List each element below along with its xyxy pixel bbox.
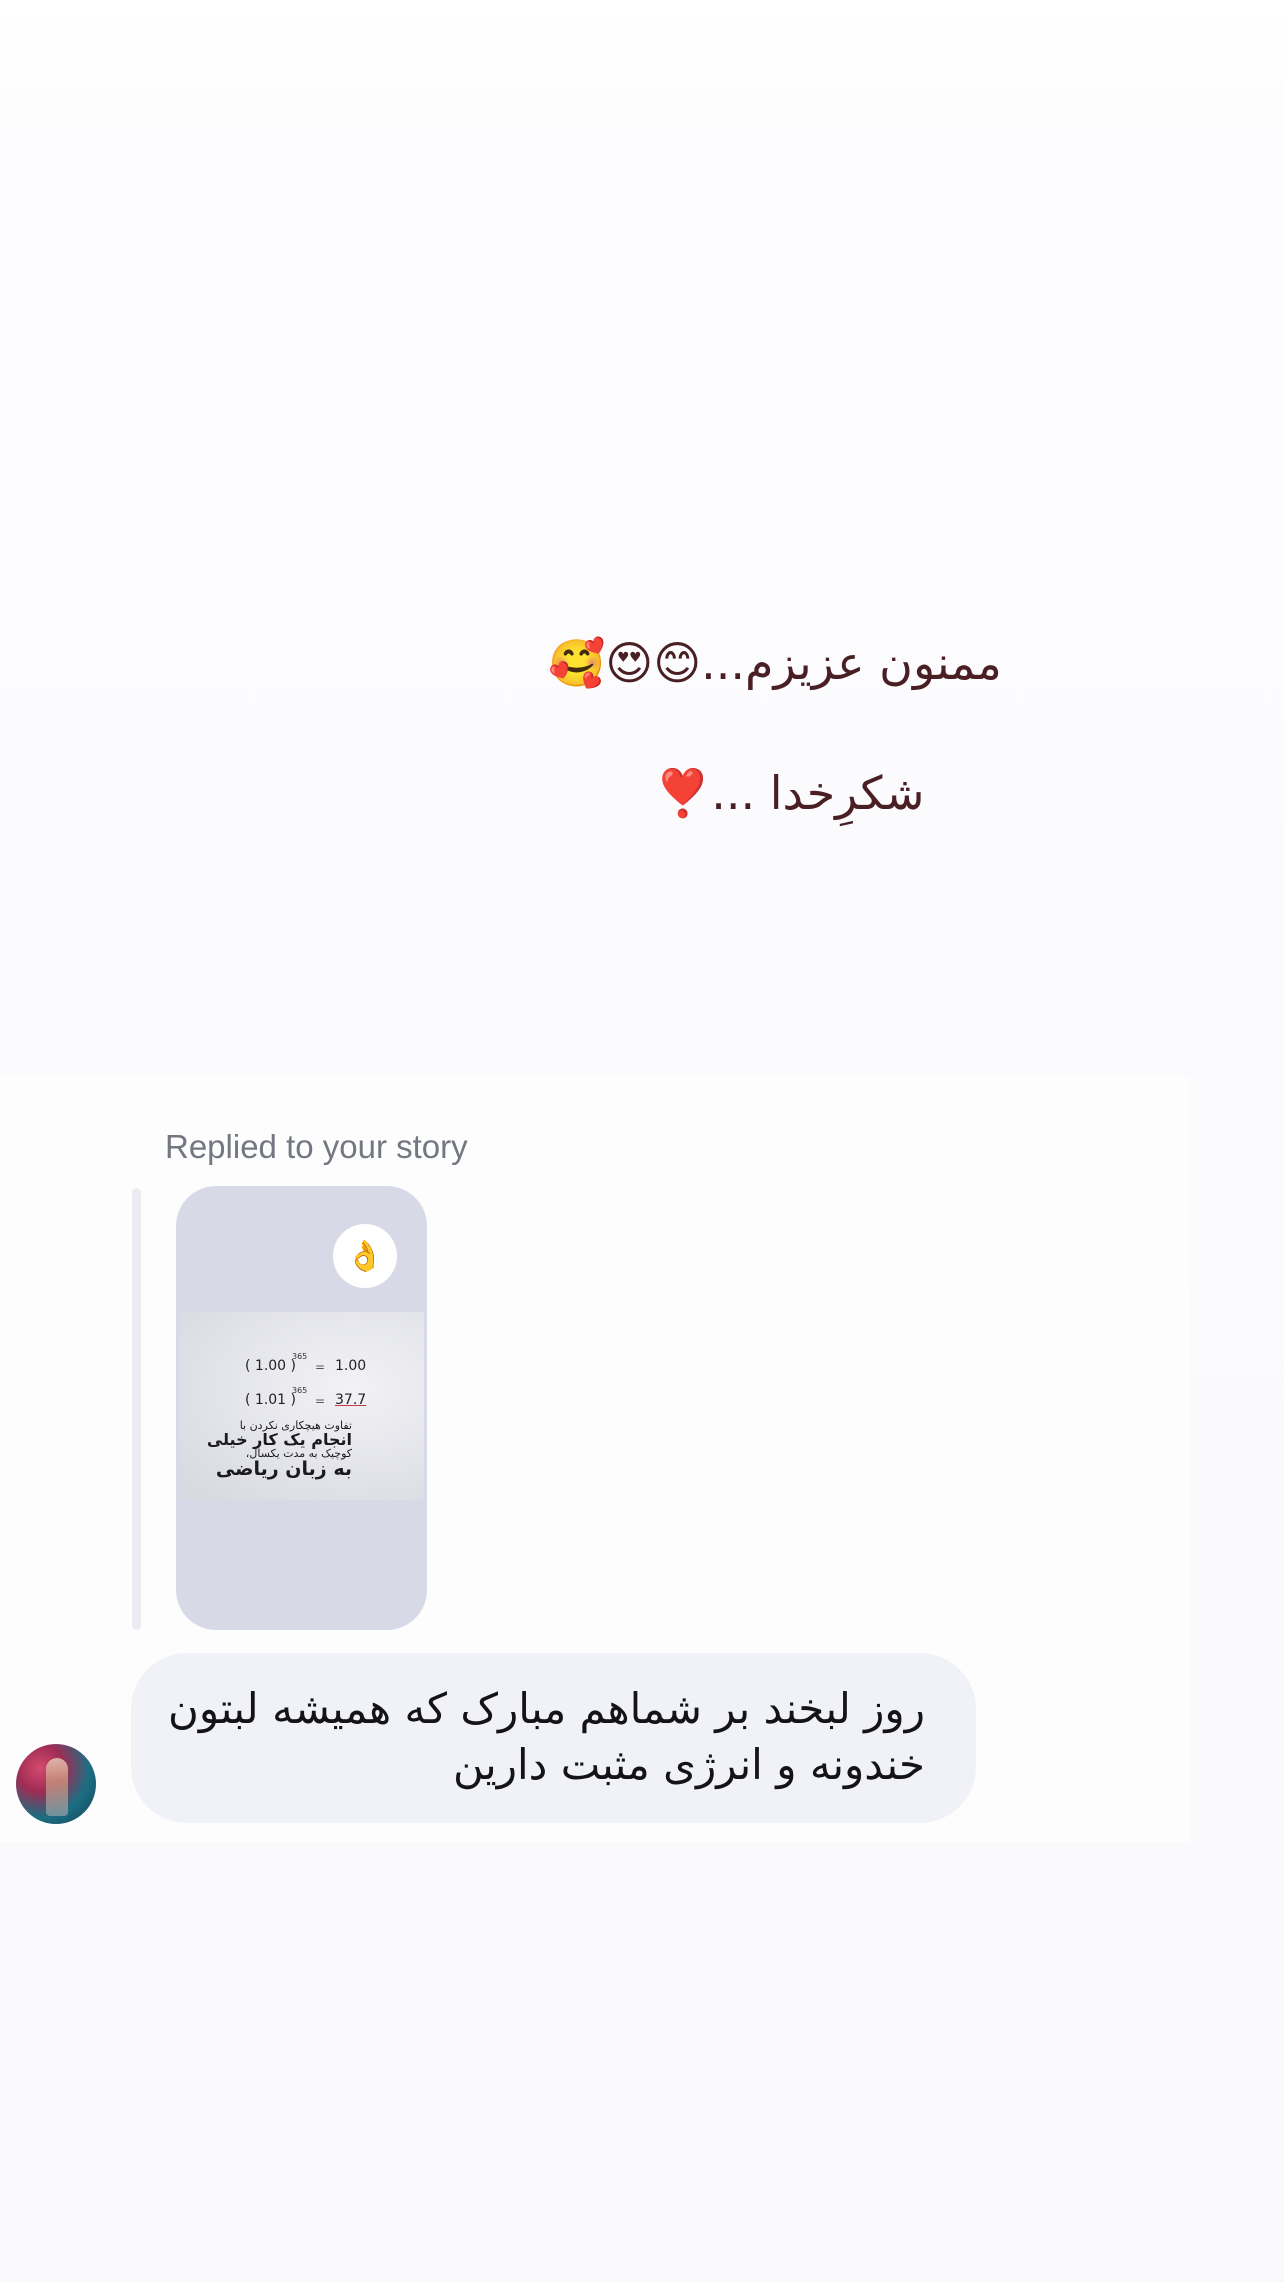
sender-avatar[interactable] [16,1744,96,1824]
message-bubble[interactable]: روز لبخند بر شماهم مبارک که همیشه لبتون … [131,1653,976,1823]
math-row-2-equals: = [315,1394,326,1408]
math-row-2-base: ( 1.01 ) [245,1392,296,1408]
reply-label: Replied to your story [165,1128,468,1165]
math-row-1-exponent: 365 [292,1352,308,1361]
ok-hand-reaction-icon[interactable]: 👌 [333,1224,397,1288]
math-row-1-base: ( 1.00 ) [245,1358,296,1374]
message-text: روز لبخند بر شماهم مبارک که همیشه لبتون … [168,1684,925,1789]
quote-area: ممنون عزیزم...😊😍🥰 شکرِخدا ...❣️ [0,0,1284,1070]
math-row-2-exponent: 365 [292,1386,308,1395]
story-caption: تفاوت هیچکاری نکردن با انجام یک کار خیلی… [207,1420,352,1480]
math-row-2-result: 37.7 [335,1392,367,1408]
quote-line-2: شکرِخدا ...❣️ [654,766,925,820]
quote-line-1: ممنون عزیزم...😊😍🥰 [548,636,1002,690]
story-thumbnail[interactable]: ( 1.00 ) 365 = 1.00 ( 1.01 ) 365 = 37.7 … [176,1186,427,1630]
avatar-figure [46,1758,68,1816]
math-row-1-equals: = [315,1360,326,1374]
reply-indicator-bar [132,1188,141,1630]
math-row-1-result: 1.00 [335,1358,367,1374]
story-caption-line-2: انجام یک کار خیلی [206,1429,352,1449]
story-caption-line-4: به زبان ریاضی [215,1457,352,1480]
story-image: ( 1.00 ) 365 = 1.00 ( 1.01 ) 365 = 37.7 … [179,1312,424,1500]
